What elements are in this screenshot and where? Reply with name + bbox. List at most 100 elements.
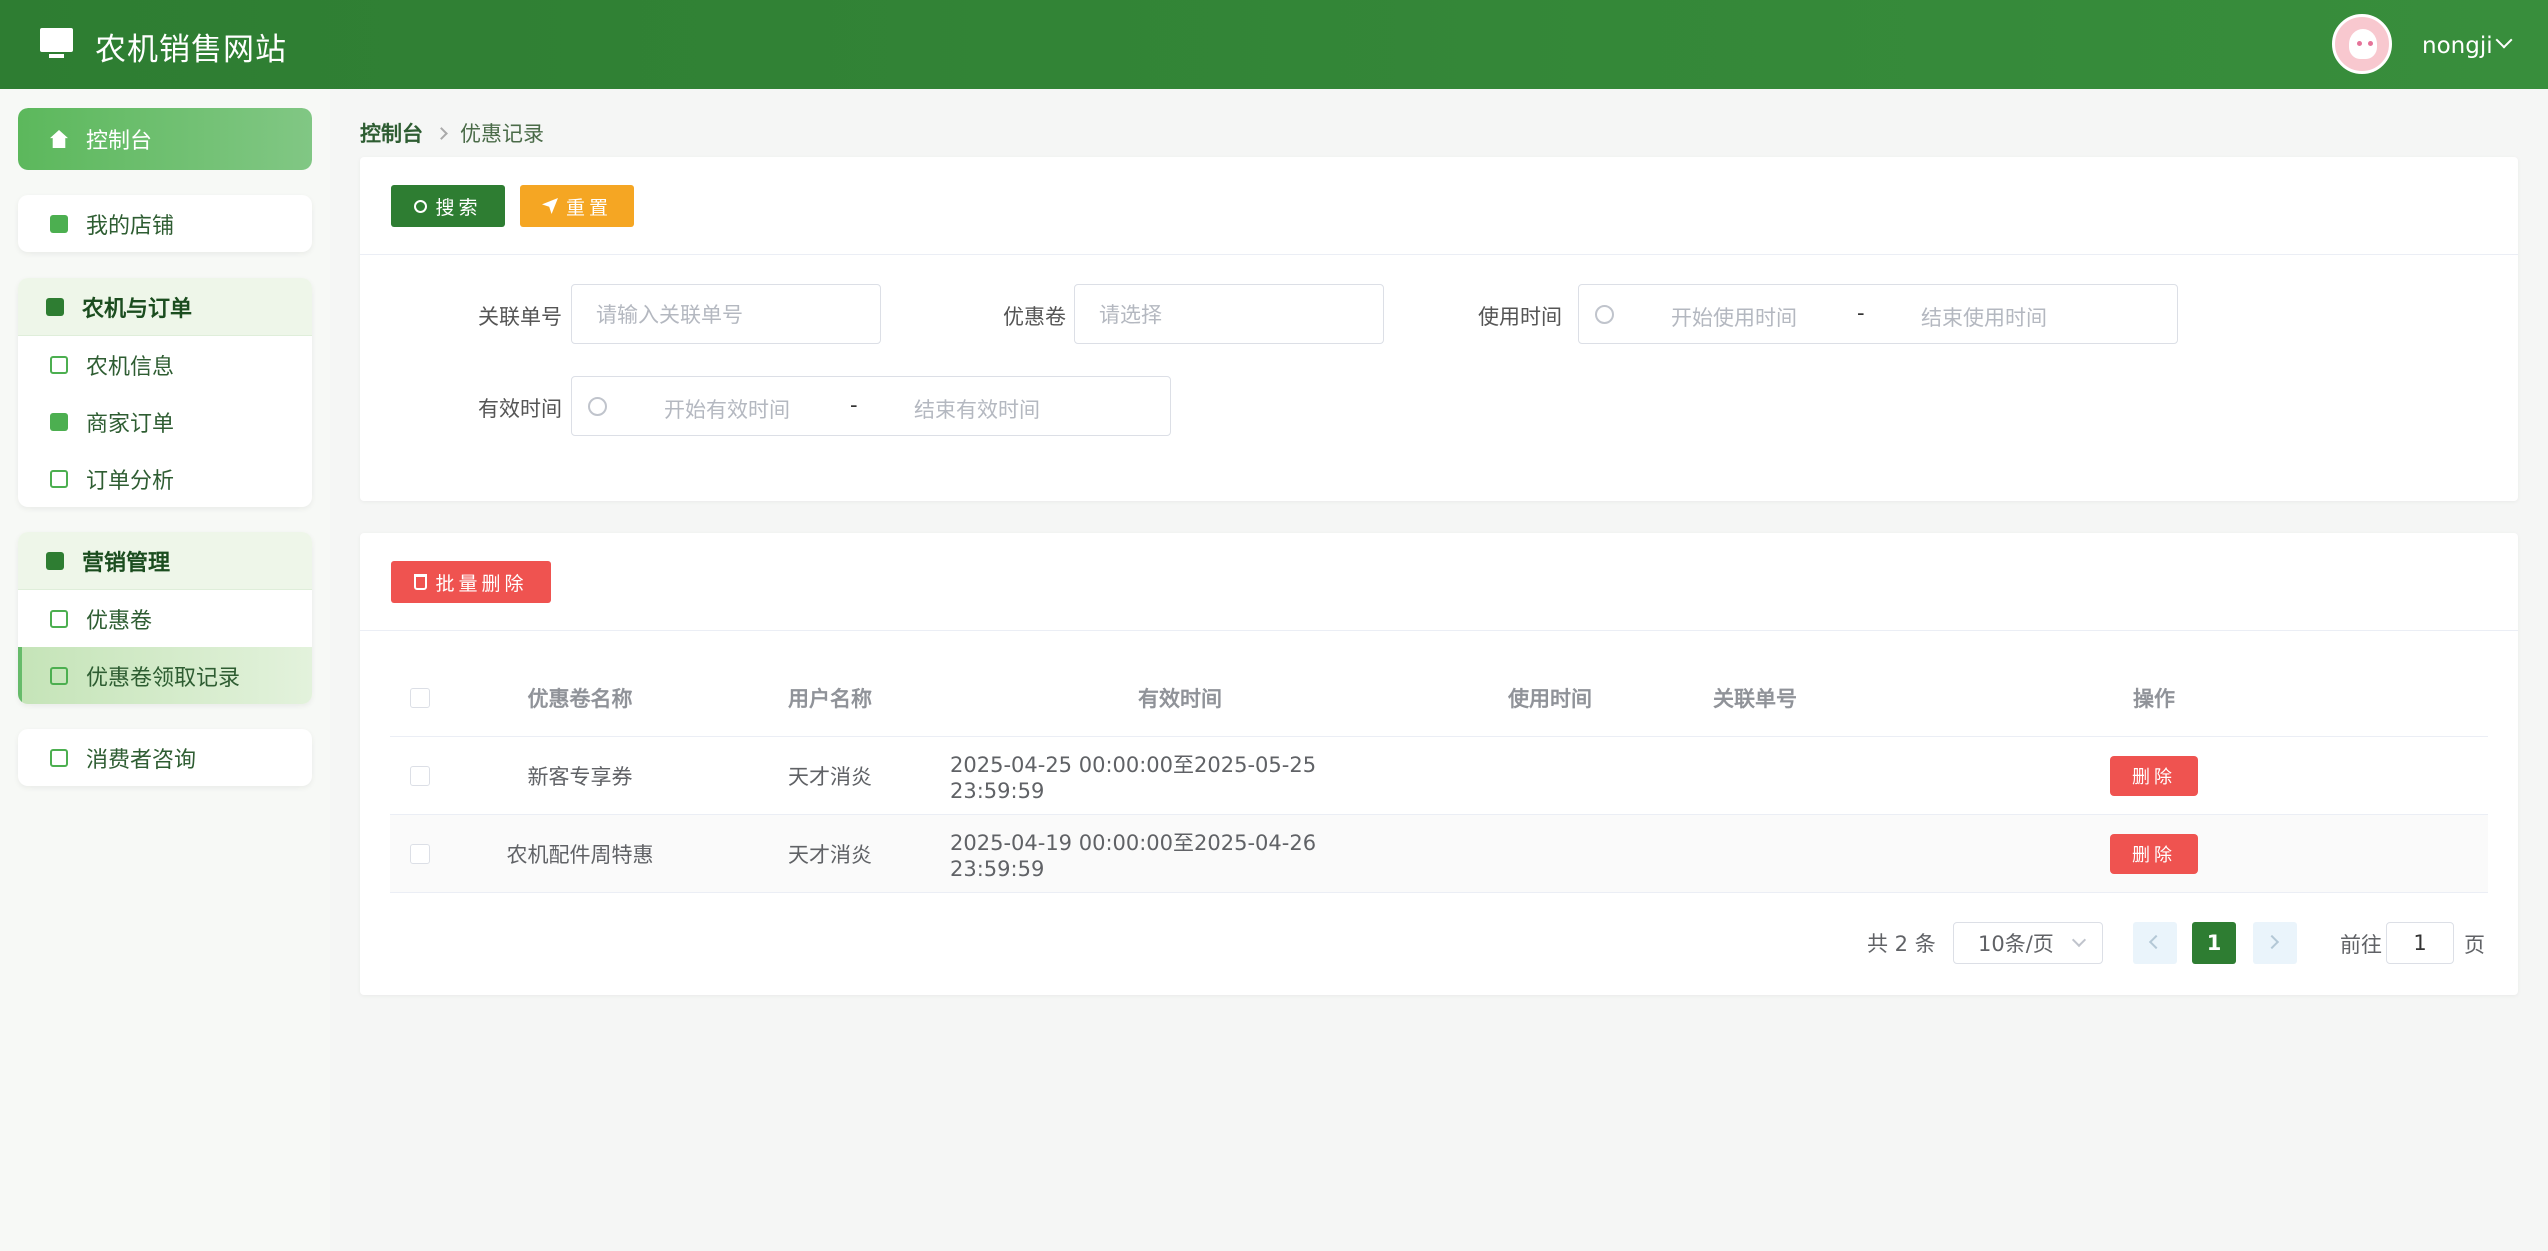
records-toolbar: 批量删除 <box>360 533 2518 631</box>
search-button[interactable]: 搜索 <box>391 185 505 227</box>
use-time-end[interactable]: 结束使用时间 <box>1921 302 2047 332</box>
search-button-label: 搜索 <box>435 196 482 219</box>
cell-user-name: 天才消炎 <box>788 842 872 867</box>
sidebar-item-dashboard[interactable]: 控制台 <box>18 108 312 170</box>
batch-delete-button[interactable]: 批量删除 <box>391 561 551 603</box>
mail-icon <box>50 748 68 767</box>
sidebar-item-consult[interactable]: 消费者咨询 <box>18 729 312 786</box>
monitor-icon <box>40 28 73 58</box>
cell-use-time <box>1410 737 1690 814</box>
cell-order-no <box>1690 815 1820 892</box>
clock-icon <box>588 397 607 416</box>
next-page-button[interactable] <box>2253 922 2297 964</box>
sidebar-item-label: 我的店铺 <box>86 213 175 239</box>
valid-time-start[interactable]: 开始有效时间 <box>664 394 790 424</box>
use-time-label: 使用时间 <box>1478 305 1562 329</box>
row-select-cell <box>390 815 450 892</box>
valid-time-end[interactable]: 结束有效时间 <box>914 394 1040 424</box>
reset-button[interactable]: 重置 <box>520 185 634 227</box>
bag-icon <box>46 297 64 316</box>
row-checkbox[interactable] <box>410 765 430 786</box>
select-all-checkbox[interactable] <box>410 687 430 708</box>
sidebar-item-machines[interactable]: 农机信息 <box>18 336 312 393</box>
coupon-placeholder: 请选择 <box>1099 303 1162 327</box>
col-user-name: 用户名称 <box>788 686 872 711</box>
order-no-input[interactable]: 请输入关联单号 <box>571 284 881 344</box>
sidebar-item-order-analysis[interactable]: 订单分析 <box>18 450 312 507</box>
sidebar-item-label: 订单分析 <box>86 468 175 494</box>
group-title: 农机与订单 <box>82 296 193 322</box>
sidebar-group-marketing-title[interactable]: 营销管理 <box>18 532 312 590</box>
sidebar-item-coupon-records[interactable]: 优惠卷领取记录 <box>18 647 312 704</box>
cell-user-name: 天才消炎 <box>788 764 872 789</box>
pagination-total: 共 2 条 <box>1867 932 1936 956</box>
cell-use-time <box>1410 815 1690 892</box>
sidebar-home-card: 控制台 <box>18 108 312 170</box>
top-header: 农机销售网站 nongji <box>0 0 2548 89</box>
col-actions: 操作 <box>2133 686 2175 711</box>
pagination: 共 2 条 10条/页 1 前往 1 页 <box>0 922 2548 964</box>
document-icon <box>50 666 68 685</box>
breadcrumb: 控制台 优惠记录 <box>360 118 544 148</box>
sidebar-item-shop[interactable]: 我的店铺 <box>18 195 312 252</box>
delete-button[interactable]: 删除 <box>2110 833 2198 874</box>
avatar[interactable] <box>2332 14 2392 74</box>
sidebar-item-label: 农机信息 <box>86 354 175 380</box>
chevron-left-icon <box>2148 934 2164 950</box>
sidebar-item-coupons[interactable]: 优惠卷 <box>18 590 312 647</box>
reset-button-label: 重置 <box>565 196 612 219</box>
breadcrumb-current: 优惠记录 <box>460 122 544 146</box>
row-select-cell <box>390 737 450 814</box>
col-use-time: 使用时间 <box>1508 686 1592 711</box>
valid-time-label: 有效时间 <box>478 397 562 421</box>
order-no-label: 关联单号 <box>478 305 562 329</box>
sidebar-item-label: 优惠卷领取记录 <box>86 665 241 691</box>
sidebar-item-merchant-orders[interactable]: 商家订单 <box>18 393 312 450</box>
breadcrumb-root[interactable]: 控制台 <box>360 118 423 148</box>
order-no-placeholder: 请输入关联单号 <box>596 303 743 327</box>
table-row: 新客专享券 天才消炎 2025-04-25 00:00:00至2025-05-2… <box>390 737 2488 815</box>
clipboard-icon <box>50 412 68 431</box>
truck-icon <box>50 355 68 374</box>
home-icon <box>50 130 68 148</box>
coupon-select[interactable]: 请选择 <box>1074 284 1384 344</box>
chevron-right-icon <box>435 126 448 140</box>
search-icon <box>414 199 428 213</box>
goto-page-input[interactable]: 1 <box>2386 922 2454 964</box>
col-valid-time: 有效时间 <box>1138 686 1222 711</box>
range-separator: - <box>850 393 858 417</box>
search-toolbar: 搜索 重置 <box>360 157 2518 255</box>
chevron-right-icon <box>2264 934 2280 950</box>
range-separator: - <box>1857 301 1865 325</box>
sidebar-consult-card: 消费者咨询 <box>18 729 312 786</box>
prev-page-button[interactable] <box>2133 922 2177 964</box>
cell-actions: 删除 <box>1820 815 2488 892</box>
chevron-down-icon[interactable] <box>2495 31 2513 49</box>
cell-valid-time: 2025-04-19 00:00:00至2025-04-26 23:59:59 <box>950 830 1317 881</box>
use-time-start[interactable]: 开始使用时间 <box>1671 302 1797 332</box>
search-panel: 搜索 重置 关联单号 请输入关联单号 优惠卷 请选择 使用时间 开始使用时间 -… <box>360 157 2518 501</box>
delete-button[interactable]: 删除 <box>2110 755 2198 796</box>
page-size-value: 10条/页 <box>1978 932 2054 956</box>
coupon-label: 优惠卷 <box>1003 305 1066 329</box>
page-number-current[interactable]: 1 <box>2192 922 2236 964</box>
valid-time-range[interactable]: 开始有效时间 - 结束有效时间 <box>571 376 1171 436</box>
username-menu[interactable]: nongji <box>2422 33 2493 59</box>
use-time-range[interactable]: 开始使用时间 - 结束使用时间 <box>1578 284 2178 344</box>
table-row: 农机配件周特惠 天才消炎 2025-04-19 00:00:00至2025-04… <box>390 815 2488 893</box>
page-unit-label: 页 <box>2464 933 2485 957</box>
sidebar-group-orders-title[interactable]: 农机与订单 <box>18 278 312 336</box>
select-all-cell <box>390 659 450 736</box>
sidebar-item-label: 消费者咨询 <box>86 747 197 773</box>
cell-coupon-name: 新客专享券 <box>527 764 633 789</box>
records-table: 优惠卷名称 用户名称 有效时间 使用时间 关联单号 操作 新客专享券 天才消炎 … <box>390 659 2488 893</box>
page-size-select[interactable]: 10条/页 <box>1953 922 2103 964</box>
group-title: 营销管理 <box>82 550 171 576</box>
ticket-icon <box>50 609 68 628</box>
batch-delete-label: 批量删除 <box>435 572 528 595</box>
clock-icon <box>1595 305 1614 324</box>
cell-actions: 删除 <box>1820 737 2488 814</box>
col-order-no: 关联单号 <box>1713 686 1797 711</box>
row-checkbox[interactable] <box>410 843 430 864</box>
sidebar-group-marketing: 营销管理 优惠卷 优惠卷领取记录 <box>18 532 312 704</box>
